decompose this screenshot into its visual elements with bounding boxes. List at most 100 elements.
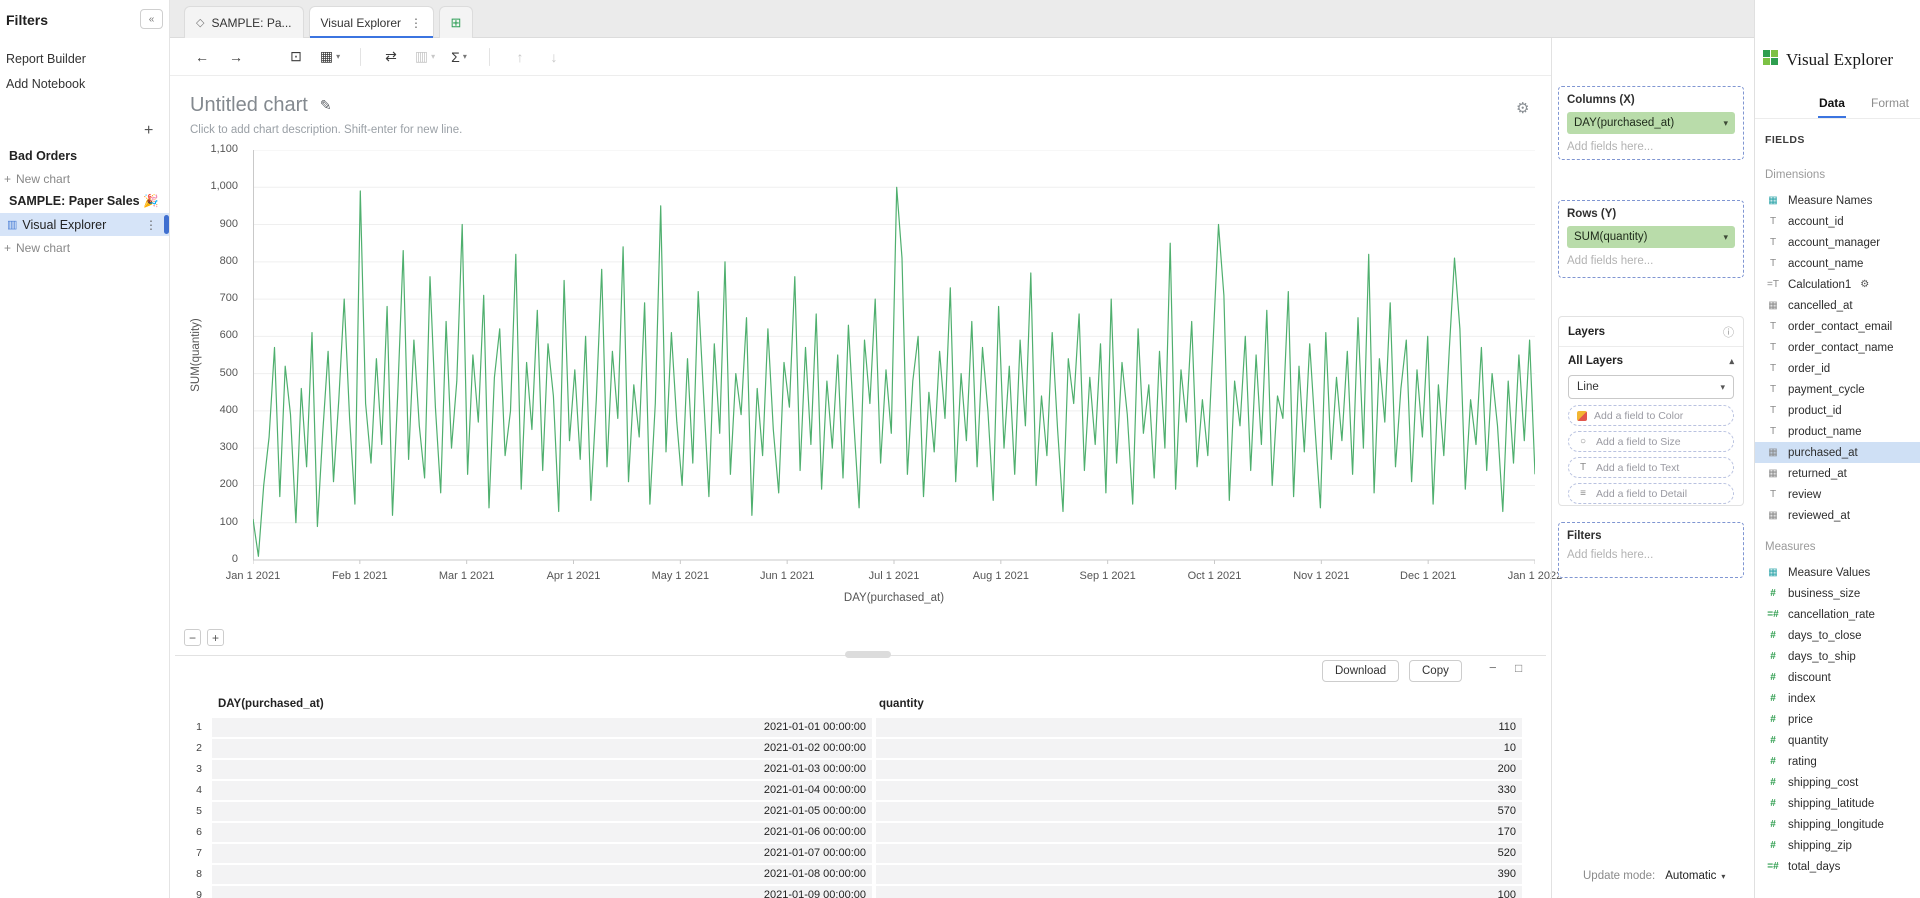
line-chart-plot-area[interactable] [253, 150, 1535, 566]
measure-field-item[interactable]: =# cancellation_rate [1755, 604, 1920, 625]
dimension-field-item[interactable]: T order_id [1755, 358, 1920, 379]
zoom-out-button[interactable]: − [184, 629, 201, 646]
panel-resize-handle[interactable] [845, 651, 891, 658]
gear-icon[interactable]: ⚙ [1860, 279, 1869, 290]
measure-field-item[interactable]: # shipping_zip [1755, 835, 1920, 856]
field-drop-target[interactable]: ○ Add a field to Size [1568, 431, 1734, 452]
dimension-field-item[interactable]: T payment_cycle [1755, 379, 1920, 400]
field-type-icon: # [1765, 756, 1781, 767]
field-type-icon: # [1765, 777, 1781, 788]
toolbar-button[interactable] [360, 48, 361, 66]
measure-field-item[interactable]: # days_to_close [1755, 625, 1920, 646]
new-view-tab[interactable]: ⊞ [439, 6, 473, 38]
mark-type-select[interactable]: Line ▾ [1568, 375, 1734, 399]
measure-field-item[interactable]: # shipping_longitude [1755, 814, 1920, 835]
forward-button[interactable]: → [224, 44, 248, 70]
sidebar-menu-item[interactable]: Add Notebook [0, 71, 169, 96]
dimension-field-item[interactable]: T account_manager [1755, 232, 1920, 253]
measure-field-item[interactable]: ▦ Measure Values [1755, 562, 1920, 583]
sidebar-tree-item[interactable]: + New chart [0, 167, 169, 190]
tab-visual-explorer[interactable]: Visual Explorer ⋮ [309, 6, 434, 38]
x-axis-tick-label: Feb 1 2021 [332, 570, 388, 582]
copy-button[interactable]: Copy [1409, 660, 1462, 682]
tab-format[interactable]: Format [1870, 94, 1910, 118]
sidebar-tree-item[interactable]: + New chart [0, 236, 169, 259]
back-button[interactable]: ← [190, 44, 214, 70]
field-label: returned_at [1788, 468, 1847, 480]
dimension-field-item[interactable]: ▦ reviewed_at [1755, 505, 1920, 526]
quantity-cell: 100 [876, 886, 1522, 898]
mark-type-value: Line [1577, 381, 1599, 393]
measure-field-item[interactable]: # business_size [1755, 583, 1920, 604]
dimension-field-item[interactable]: T order_contact_name [1755, 337, 1920, 358]
field-drop-target[interactable]: Add a field to Color [1568, 405, 1734, 426]
measure-field-item[interactable]: # shipping_latitude [1755, 793, 1920, 814]
field-type-icon: =# [1765, 861, 1781, 872]
dimension-field-item[interactable]: T account_name [1755, 253, 1920, 274]
chart-type-button[interactable]: ▥ ▾ [413, 44, 437, 70]
measure-field-item[interactable]: # discount [1755, 667, 1920, 688]
field-drop-target[interactable]: T Add a field to Text [1568, 457, 1734, 478]
measure-field-item[interactable]: # shipping_cost [1755, 772, 1920, 793]
dimension-field-item[interactable]: T account_id [1755, 211, 1920, 232]
field-type-icon: T [1765, 405, 1781, 416]
edit-title-pencil-icon[interactable]: ✎ [320, 97, 332, 114]
sort-ascending-button[interactable]: ↑ [508, 44, 532, 70]
tab-data[interactable]: Data [1818, 94, 1846, 118]
present-button[interactable]: ⊡ [284, 44, 308, 70]
dimension-field-item[interactable]: ▦ cancelled_at [1755, 295, 1920, 316]
update-mode-select[interactable]: Automatic ▾ [1665, 870, 1725, 882]
measure-field-item[interactable]: =# total_days [1755, 856, 1920, 877]
swap-axes-button[interactable]: ⇄ [379, 44, 403, 70]
dimension-field-item[interactable]: T product_id [1755, 400, 1920, 421]
chart-options-button[interactable]: ▦ ▾ [318, 44, 342, 70]
dimension-field-item[interactable]: T product_name [1755, 421, 1920, 442]
sidebar-tree-item[interactable]: SAMPLE: Paper Sales 🎉 [0, 190, 169, 213]
sidebar-menu-item[interactable]: Report Builder [0, 46, 169, 71]
measure-field-item[interactable]: # index [1755, 688, 1920, 709]
all-layers-header[interactable]: All Layers ▴ [1559, 347, 1743, 375]
measure-field-item[interactable]: # price [1755, 709, 1920, 730]
field-pill[interactable]: DAY(purchased_at) ▾ [1567, 112, 1735, 134]
zoom-in-button[interactable]: + [207, 629, 224, 646]
dimension-field-item[interactable]: T review [1755, 484, 1920, 505]
row-number: 7 [172, 847, 202, 859]
app-title: Visual Explorer [1786, 50, 1893, 70]
date-cell: 2021-01-01 00:00:00 [212, 718, 872, 737]
sidebar-tree-item[interactable]: Bad Orders [0, 144, 169, 167]
measure-field-item[interactable]: # quantity [1755, 730, 1920, 751]
collapse-results-icon[interactable]: − [1489, 660, 1497, 675]
measure-field-item[interactable]: # days_to_ship [1755, 646, 1920, 667]
sidebar-tree-item[interactable]: ▥ Visual Explorer ⋮ [0, 213, 169, 236]
kebab-icon[interactable]: ⋮ [410, 16, 422, 30]
field-pill[interactable]: SUM(quantity) ▾ [1567, 226, 1735, 248]
info-icon[interactable]: ⓘ [1723, 324, 1734, 340]
dimension-field-item[interactable]: ▦ returned_at [1755, 463, 1920, 484]
columns-shelf[interactable]: Columns (X) DAY(purchased_at) ▾ Add fiel… [1558, 86, 1744, 160]
chart-settings-gear-icon[interactable]: ⚙ [1516, 99, 1529, 117]
measure-field-item[interactable]: # rating [1755, 751, 1920, 772]
rows-shelf[interactable]: Rows (Y) SUM(quantity) ▾ Add fields here… [1558, 200, 1744, 278]
field-type-icon: ▦ [1765, 300, 1781, 311]
kebab-icon[interactable]: ⋮ [145, 218, 157, 232]
field-drop-target[interactable]: ≡ Add a field to Detail [1568, 483, 1734, 504]
chevron-down-icon[interactable]: ▾ [1723, 232, 1728, 243]
add-notebook-button[interactable]: + [144, 122, 153, 140]
field-label: days_to_close [1788, 630, 1862, 642]
chart-description-placeholder[interactable]: Click to add chart description. Shift-en… [190, 124, 462, 136]
field-label: cancellation_rate [1788, 609, 1875, 621]
dimension-field-item[interactable]: =T Calculation1 ⚙ [1755, 274, 1920, 295]
download-button[interactable]: Download [1322, 660, 1399, 682]
dimension-field-item[interactable]: ▦ Measure Names [1755, 190, 1920, 211]
dimension-field-item[interactable]: T order_contact_email [1755, 316, 1920, 337]
sidebar-collapse-button[interactable]: « [140, 9, 163, 29]
expand-results-icon[interactable]: □ [1515, 661, 1522, 675]
aggregate-button[interactable]: Σ ▾ [447, 44, 471, 70]
dimension-field-item[interactable]: ▦ purchased_at [1755, 442, 1920, 463]
chevron-down-icon[interactable]: ▾ [1723, 118, 1728, 129]
tab-sample-notebook[interactable]: ◇ SAMPLE: Pa... [184, 6, 304, 38]
sort-descending-button[interactable]: ↓ [542, 44, 566, 70]
chart-title[interactable]: Untitled chart [190, 94, 308, 117]
filters-shelf[interactable]: Filters Add fields here... [1558, 522, 1744, 578]
toolbar-button[interactable] [489, 48, 490, 66]
